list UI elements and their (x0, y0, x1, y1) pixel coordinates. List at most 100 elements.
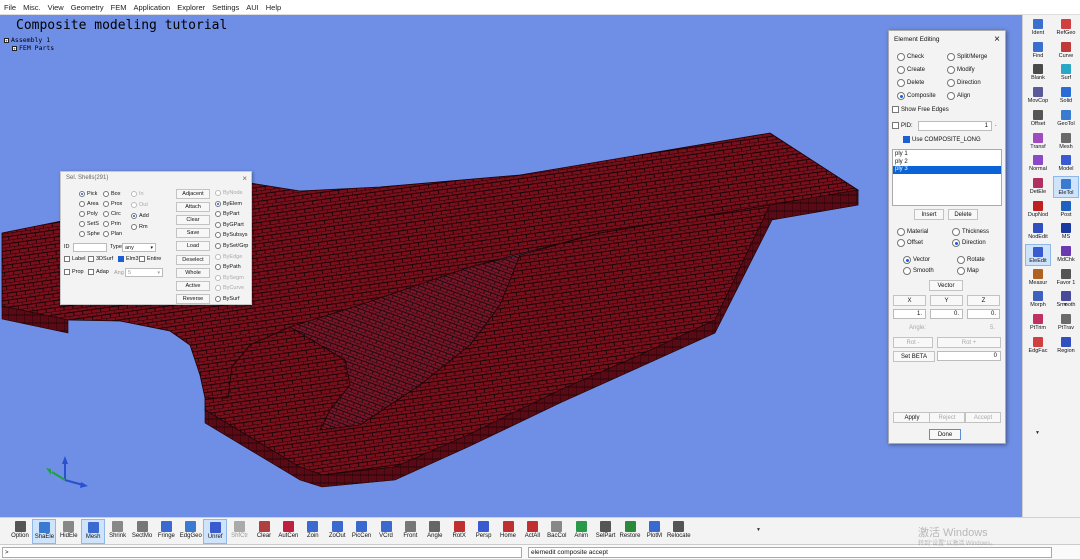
rot-plus-button[interactable]: Rot + (937, 337, 1001, 348)
option-split-merge[interactable]: Split/Merge (947, 53, 987, 61)
vector-button[interactable]: Vector (929, 280, 963, 291)
smooth-button[interactable]: Smooth (1053, 289, 1079, 311)
rotx-button[interactable]: RotX (447, 519, 471, 544)
menu-application[interactable]: Application (134, 3, 171, 12)
menu-file[interactable]: File (4, 3, 16, 12)
option-prin[interactable]: Prin (103, 221, 121, 227)
front-button[interactable]: Front (398, 519, 422, 544)
dupnod-button[interactable]: DupNod (1025, 199, 1051, 221)
close-icon[interactable]: × (994, 34, 1000, 45)
axis-z-button[interactable]: Z (967, 295, 1000, 306)
home-button[interactable]: Home (496, 519, 520, 544)
option-bysurf[interactable]: BySurf (215, 296, 240, 302)
menu-misc[interactable]: Misc. (23, 3, 41, 12)
detele-button[interactable]: DetEle (1025, 176, 1051, 198)
post-button[interactable]: Post (1053, 199, 1079, 221)
option-bypath[interactable]: ByPath (215, 264, 241, 271)
fringe-button[interactable]: Fringe (154, 519, 178, 544)
edggeo-button[interactable]: EdgGeo (179, 519, 203, 544)
option-byelem[interactable]: ByElem (215, 200, 242, 207)
option-sets[interactable]: SetS (79, 221, 99, 227)
reject-button[interactable]: Reject (929, 412, 965, 423)
option-circ[interactable]: Circ (103, 211, 121, 217)
mesh-button[interactable]: Mesh (81, 519, 106, 544)
ply-list-item[interactable]: ply 2 (893, 159, 1001, 167)
option-map[interactable]: Map (957, 267, 979, 275)
chevron-down-icon[interactable]: ▼ (1063, 302, 1068, 308)
option-delete[interactable]: Delete (897, 79, 924, 87)
vcrd-button[interactable]: VCrd (374, 519, 398, 544)
eletol-button[interactable]: EleTol (1053, 175, 1079, 198)
ms-button[interactable]: MS (1053, 221, 1079, 243)
pid-checkbox[interactable]: PID: (892, 122, 913, 129)
refgeo-button[interactable]: RefGeo (1053, 17, 1079, 39)
option-prox[interactable]: Prox (103, 201, 122, 207)
normal-button[interactable]: Normal (1025, 153, 1051, 175)
tree-expand-icon[interactable]: + (12, 45, 17, 51)
option-sphe[interactable]: Sphe (79, 231, 100, 237)
axis-x-button[interactable]: X (893, 295, 926, 306)
shaele-button[interactable]: ShaEle (32, 519, 57, 544)
pttrav-button[interactable]: PtTrav (1053, 312, 1079, 334)
3dsurf-checkbox[interactable]: 3DSurf (88, 256, 113, 262)
set-beta-button[interactable]: Set BETA (893, 351, 935, 362)
option-thickness[interactable]: Thickness (952, 228, 989, 236)
restore-button[interactable]: Restore (618, 519, 642, 544)
dialog-titlebar[interactable]: Sel. Shells(291) × (61, 172, 251, 184)
apply-button[interactable]: Apply (893, 412, 931, 423)
shrink-button[interactable]: Shrink (106, 519, 130, 544)
find-button[interactable]: Find (1025, 40, 1051, 62)
axis-y-button[interactable]: Y (930, 295, 963, 306)
option-smooth[interactable]: Smooth (903, 267, 934, 275)
pttrim-button[interactable]: PtTrim (1025, 312, 1051, 334)
load-button[interactable]: Load (176, 241, 210, 252)
option-byedge[interactable]: ByEdge (215, 253, 242, 260)
id-input[interactable] (73, 243, 107, 252)
persp-button[interactable]: Persp (472, 519, 496, 544)
menu-geometry[interactable]: Geometry (71, 3, 104, 12)
pid-input[interactable]: 1 (918, 121, 992, 131)
rot-minus-button[interactable]: Rot - (893, 337, 933, 348)
option-bynode[interactable]: ByNode (215, 190, 243, 196)
model-button[interactable]: Model (1053, 153, 1079, 175)
option-bypart[interactable]: ByPart (215, 211, 240, 218)
tree-node-assembly[interactable]: + Assembly 1 (4, 36, 54, 44)
tree-node-fem-parts[interactable]: + FEM Parts (4, 44, 54, 52)
option-bycurve[interactable]: ByCurve (215, 285, 244, 292)
baccol-button[interactable]: BacCol (545, 519, 569, 544)
vector-y-input[interactable]: 0. (930, 309, 963, 319)
option-rm[interactable]: Rm (131, 224, 148, 230)
sectmo-button[interactable]: SectMo (130, 519, 154, 544)
menu-fem[interactable]: FEM (111, 3, 127, 12)
entire-checkbox[interactable]: Entire (139, 256, 161, 262)
ident-button[interactable]: Ident (1025, 17, 1051, 39)
nodedit-button[interactable]: NodEdit (1025, 221, 1051, 243)
option-modify[interactable]: Modify (947, 66, 975, 74)
option-pick[interactable]: Pick (79, 191, 97, 197)
hidele-button[interactable]: HidEle (57, 519, 81, 544)
shfctr-button[interactable]: ShfCtr (228, 519, 252, 544)
option-box[interactable]: Box (103, 191, 120, 197)
menu-explorer[interactable]: Explorer (177, 3, 205, 12)
dialog-titlebar[interactable]: Element Editing × (889, 31, 1005, 47)
whole-button[interactable]: Whole (176, 267, 210, 278)
close-icon[interactable]: × (242, 174, 247, 183)
option-composite[interactable]: Composite (897, 92, 936, 100)
option-offset[interactable]: Offset (897, 239, 923, 247)
eleedit-button[interactable]: EleEdit (1025, 244, 1051, 266)
option-poly[interactable]: Poly (79, 211, 98, 217)
command-input[interactable]: > (2, 547, 522, 558)
curve-button[interactable]: Curve (1053, 40, 1079, 62)
relocate-button[interactable]: Relocate (667, 519, 691, 544)
mdchk-button[interactable]: MdChk (1053, 244, 1079, 266)
insert-button[interactable]: Insert (914, 209, 944, 220)
menu-view[interactable]: View (48, 3, 64, 12)
ang-select[interactable]: 5 ▾ (125, 268, 163, 277)
clear-button[interactable]: Clear (252, 519, 276, 544)
attach-button[interactable]: Attach (176, 202, 210, 213)
prop-checkbox[interactable]: Prop (64, 269, 84, 275)
zoin-button[interactable]: Zoin (301, 519, 325, 544)
option-out[interactable]: Out (131, 202, 148, 208)
morph-button[interactable]: Morph (1025, 289, 1051, 311)
option-area[interactable]: Area (79, 201, 99, 207)
